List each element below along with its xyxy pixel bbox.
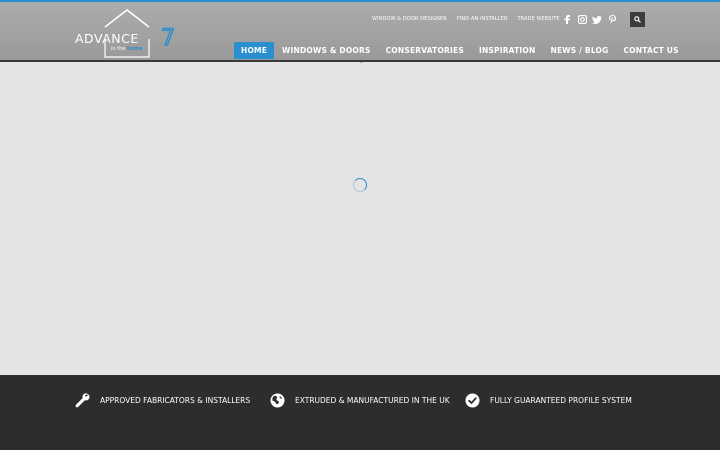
site-logo[interactable]: 7 ADVANCE in the home <box>75 9 180 61</box>
logo-tagline: in the home <box>111 46 143 52</box>
logo-tagline-highlight: home <box>126 46 143 52</box>
feature-made-in-uk: EXTRUDED & MANUFACTURED IN THE UK <box>270 393 450 408</box>
check-circle-icon <box>465 393 480 408</box>
logo-wordmark: ADVANCE <box>75 31 139 46</box>
nav-item-inspiration[interactable]: INSPIRATION <box>472 42 543 59</box>
instagram-icon[interactable] <box>577 14 587 25</box>
facebook-icon[interactable] <box>562 14 572 25</box>
utility-nav: WINDOW & DOOR DESIGNER FIND AN INSTALLER… <box>372 16 559 22</box>
feature-approved-installers: APPROVED FABRICATORS & INSTALLERS <box>75 393 250 408</box>
nav-item-contact-us[interactable]: CONTACT US <box>616 42 685 59</box>
nav-item-windows-doors[interactable]: WINDOWS & DOORS <box>275 42 378 59</box>
social-links <box>562 14 617 25</box>
logo-tagline-prefix: in the <box>111 46 127 52</box>
pinterest-icon[interactable] <box>607 14 617 25</box>
utility-link-designer[interactable]: WINDOW & DOOR DESIGNER <box>372 16 447 22</box>
search-button[interactable] <box>630 12 645 27</box>
nav-pointer-icon <box>359 60 363 63</box>
svg-text:7: 7 <box>161 26 175 51</box>
feature-label: EXTRUDED & MANUFACTURED IN THE UK <box>295 396 450 405</box>
site-header: 7 ADVANCE in the home WINDOW & DOOR DESI… <box>0 0 720 62</box>
feature-label: APPROVED FABRICATORS & INSTALLERS <box>100 396 251 405</box>
nav-item-conservatories[interactable]: CONSERVATORIES <box>379 42 471 59</box>
feature-guaranteed: FULLY GUARANTEED PROFILE SYSTEM <box>465 393 632 408</box>
twitter-icon[interactable] <box>592 14 602 25</box>
main-nav: HOME WINDOWS & DOORS CONSERVATORIES INSP… <box>234 42 687 59</box>
globe-icon <box>270 393 285 408</box>
nav-item-home[interactable]: HOME <box>234 42 275 59</box>
search-icon <box>634 16 641 23</box>
site-footer: APPROVED FABRICATORS & INSTALLERS EXTRUD… <box>0 375 720 450</box>
loading-spinner-icon <box>353 178 367 192</box>
utility-link-installer[interactable]: FIND AN INSTALLER <box>457 16 508 22</box>
nav-item-news-blog[interactable]: NEWS / BLOG <box>543 42 615 59</box>
feature-label: FULLY GUARANTEED PROFILE SYSTEM <box>490 396 632 405</box>
utility-link-trade[interactable]: TRADE WEBSITE <box>518 16 560 22</box>
wrench-icon <box>75 393 90 408</box>
